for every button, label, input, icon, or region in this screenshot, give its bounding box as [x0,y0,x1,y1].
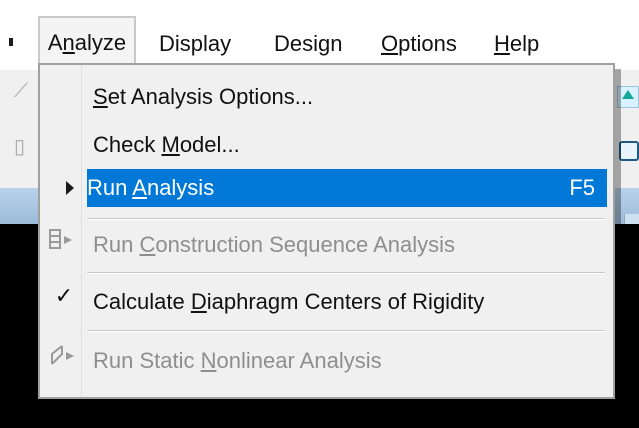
menu-item-label: Run Static Nonlinear Analysis [93,342,382,380]
label-underlined: D [190,289,207,314]
menu-item-run-construction-sequence-analysis[interactable]: Run Construction Sequence Analysis [46,226,609,264]
app-window: Analyze Display Design Options Help ⟋ ▯ … [0,0,639,428]
menu-item-set-analysis-options[interactable]: Set Analysis Options... [46,78,609,116]
label-pre: Calculate [93,289,191,314]
label-underlined: N [200,348,217,373]
menubar-edge-mark [9,38,13,46]
menu-separator [87,218,605,220]
label-underlined: C [139,232,156,257]
menu-help-underlined: H [494,31,510,56]
menu-options-underlined: O [381,31,399,56]
menu-help-post: elp [509,31,540,56]
menu-item-check-model[interactable]: Check Model... [46,126,609,164]
menu-bar: Analyze Display Design Options Help [0,0,639,70]
label-post: et Analysis Options... [107,84,314,109]
menu-options[interactable]: Options [374,26,464,62]
menu-help[interactable]: Help [487,26,546,62]
menu-item-label: Run Analysis [87,169,214,207]
menu-display-label: Display [159,31,232,56]
label-post: odel... [179,132,240,157]
window-icon[interactable] [619,141,639,161]
menu-analyze-post: alyze [74,30,127,55]
menu-display[interactable]: Display [152,26,238,62]
menu-analyze-underlined: n [62,30,75,55]
toolbar-ghost-icon[interactable]: ⟋ [14,80,28,103]
menu-analyze-pre: A [47,30,63,55]
label-pre: Run [93,232,140,257]
menu-options-post: ptions [398,31,457,56]
menu-design-label: Design [274,31,343,56]
menu-item-label: Calculate Diaphragm Centers of Rigidity [93,283,484,321]
menu-item-calculate-diaphragm-centers[interactable]: Calculate Diaphragm Centers of Rigidity [46,283,609,321]
label-pre: Run Static [93,348,201,373]
menu-separator [87,272,605,274]
menu-analyze[interactable]: Analyze [38,16,136,63]
label-underlined: M [161,132,180,157]
menu-item-run-static-nonlinear-analysis[interactable]: Run Static Nonlinear Analysis [46,342,609,380]
menu-design[interactable]: Design [267,26,349,62]
toolbar-ghost-icon[interactable]: ▯ [14,134,25,159]
label-pre: Check [93,132,162,157]
label-post: onlinear Analysis [216,348,382,373]
label-underlined: A [132,175,147,200]
shortcut-label: F5 [569,175,595,200]
up-arrow-icon[interactable] [617,86,639,108]
menu-item-label: Check Model... [93,126,240,164]
menu-item-label: Set Analysis Options... [93,78,313,116]
label-post: nalysis [146,175,215,200]
analyze-dropdown-menu: Set Analysis Options... Check Model... R… [38,63,615,399]
label-pre: Run [87,175,133,200]
label-post: iaphragm Centers of Rigidity [206,289,485,314]
label-post: onstruction Sequence Analysis [155,232,456,257]
menu-item-label: Run Construction Sequence Analysis [93,226,455,264]
label-underlined: S [93,84,108,109]
menu-separator [87,330,605,332]
submenu-arrow-icon [66,181,74,195]
menu-item-run-analysis[interactable]: Run Analysis F5 [87,169,607,207]
